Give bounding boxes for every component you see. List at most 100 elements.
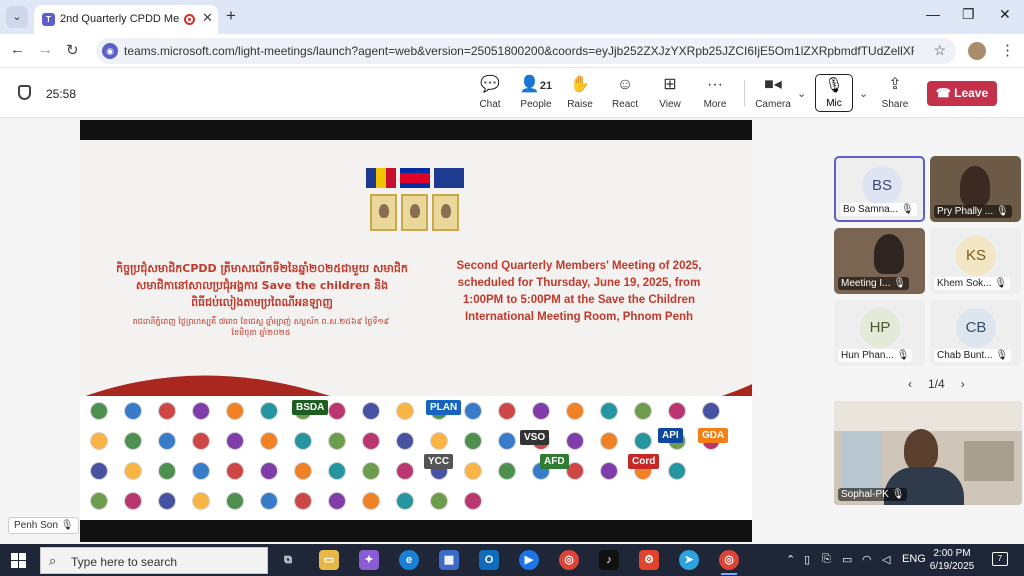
kebab-icon[interactable]: ⋮ <box>1000 41 1015 59</box>
partner-logo-icon <box>260 402 278 420</box>
mic-muted-icon: 🎙 <box>995 350 1009 361</box>
partner-logo-icon <box>362 432 380 450</box>
partner-logo-icon <box>668 462 686 480</box>
flag-icon <box>366 168 396 188</box>
partner-logo-icon <box>124 402 142 420</box>
url-text[interactable]: teams.microsoft.com/light-meetings/launc… <box>124 44 914 58</box>
partner-logo-icon <box>328 432 346 450</box>
participant-pager: ‹ 1/4 › <box>900 377 973 391</box>
speaker-icon[interactable]: ◁ <box>882 553 890 566</box>
copilot-icon[interactable]: ✦ <box>359 550 379 570</box>
camera-button[interactable]: ■◂ Camera <box>751 74 795 110</box>
participant-tile[interactable]: BS Bo Samna... 🎙 <box>834 156 925 222</box>
raise-label: Raise <box>567 99 593 110</box>
arrow-left-icon[interactable]: ← <box>10 41 25 58</box>
plus-icon[interactable]: + <box>226 6 236 26</box>
profile-avatar[interactable] <box>968 42 986 60</box>
participant-name: Bo Samna... 🎙 <box>840 203 917 216</box>
chevron-up-icon[interactable]: ⌃ <box>786 553 795 566</box>
partner-logo-icon <box>158 432 176 450</box>
partner-logo-icon <box>124 492 142 510</box>
partner-logo-icon <box>226 492 244 510</box>
chevron-down-icon[interactable]: ⌄ <box>6 6 28 28</box>
language-indicator[interactable]: ENG <box>902 553 926 565</box>
partner-logo-icon <box>192 432 210 450</box>
more-icon: ··· <box>707 76 723 93</box>
participant-tile[interactable]: Meeting I... 🎙 <box>834 228 925 294</box>
edge-icon[interactable]: e <box>399 550 419 570</box>
share-label: Share <box>881 99 909 110</box>
minimize-button[interactable]: — <box>926 6 940 22</box>
partner-logo-icon <box>498 402 516 420</box>
partner-logo-icon <box>192 402 210 420</box>
site-info-icon[interactable]: ◉ <box>102 43 118 59</box>
participant-tile[interactable]: Pry Phally ... 🎙 <box>930 156 1021 222</box>
participant-tile[interactable]: HP Hun Phan... 🎙 <box>834 300 925 366</box>
chrome-active-icon[interactable]: ◎ <box>719 550 739 570</box>
tiktok-icon[interactable]: ♪ <box>599 550 619 570</box>
mic-button[interactable]: 🎙 Mic <box>815 74 853 112</box>
wifi-icon[interactable]: ◠ <box>862 553 872 566</box>
usb-icon[interactable]: ⎘ <box>822 553 831 566</box>
partner-logo-icon <box>124 432 142 450</box>
view-button[interactable]: ⊞ View <box>648 74 692 110</box>
participant-tile[interactable]: CB Chab Bunt... 🎙 <box>930 300 1021 366</box>
react-label: React <box>611 99 639 110</box>
device-icon[interactable]: ▯ <box>804 553 810 566</box>
outlook-icon[interactable]: O <box>479 550 499 570</box>
partner-logo-icon <box>90 402 108 420</box>
react-button[interactable]: ☺ React <box>603 74 647 110</box>
grid-icon: ⊞ <box>663 76 677 93</box>
partner-logo-icon <box>260 492 278 510</box>
file-explorer-icon[interactable]: ▭ <box>319 550 339 570</box>
restore-button[interactable]: ❐ <box>962 6 975 23</box>
search-placeholder: Type here to search <box>71 555 178 569</box>
people-button[interactable]: 👤21 People <box>514 74 558 110</box>
task-view-icon[interactable]: ⧉ <box>278 550 298 570</box>
shield-icon <box>18 85 31 100</box>
camera-options-chevron-icon[interactable]: ⌄ <box>797 87 806 100</box>
share-button[interactable]: ⇪ Share <box>873 74 917 110</box>
reload-icon[interactable]: ↻ <box>66 41 79 59</box>
notifications-icon[interactable]: 7 <box>992 552 1008 566</box>
store-icon[interactable]: ▦ <box>439 550 459 570</box>
chrome-icon[interactable]: ◎ <box>559 550 579 570</box>
hand-icon: ✋ <box>570 76 590 93</box>
raise-hand-button[interactable]: ✋ Raise <box>558 74 602 110</box>
partner-logo-icon <box>294 432 312 450</box>
chevron-left-icon[interactable]: ‹ <box>908 377 912 391</box>
mic-label: Mic <box>826 98 842 109</box>
browser-tab[interactable]: T 2nd Quarterly CPDD Memb ✕ <box>34 5 218 34</box>
royal-flag-icon <box>434 168 464 188</box>
participant-tile[interactable]: KS Khem Sok... 🎙 <box>930 228 1021 294</box>
people-icon: 👤21 <box>519 76 553 93</box>
partner-logo-icon <box>328 402 346 420</box>
microphone-icon: 🎙 <box>824 77 844 94</box>
url-field[interactable]: ◉ teams.microsoft.com/light-meetings/lau… <box>96 38 956 64</box>
battery-icon[interactable]: ▭ <box>842 553 852 566</box>
close-icon[interactable]: ✕ <box>202 10 213 26</box>
mic-options-chevron-icon[interactable]: ⌄ <box>859 87 868 100</box>
chat-button[interactable]: 💬 Chat <box>468 74 512 110</box>
system-clock[interactable]: 2:00 PM 6/19/2025 <box>928 547 976 573</box>
partner-logo-label: YCC <box>424 454 454 469</box>
taskbar-search-box[interactable]: ⌕ Type here to search <box>40 547 268 574</box>
zoom-icon[interactable]: ▶ <box>519 550 539 570</box>
windows-start-icon[interactable] <box>11 553 26 568</box>
telegram-icon[interactable]: ➤ <box>679 550 699 570</box>
partner-logo-icon <box>566 432 584 450</box>
shared-screen[interactable]: កិច្ចប្រជុំសមាជិកCPDD ត្រីមាសលើកទី២នៃឆ្ន… <box>80 120 752 542</box>
star-icon[interactable]: ☆ <box>933 42 946 59</box>
spotlight-video-tile[interactable]: Sophal-PK 🎙 <box>834 401 1022 505</box>
recording-icon <box>184 14 195 25</box>
chevron-right-icon[interactable]: › <box>961 377 965 391</box>
more-button[interactable]: ··· More <box>693 74 737 110</box>
arrow-right-icon[interactable]: → <box>38 41 53 58</box>
window-close-button[interactable]: ✕ <box>999 6 1011 23</box>
partner-logo-icon <box>532 402 550 420</box>
flags-row <box>366 168 466 190</box>
app-icon[interactable]: ⚙ <box>639 550 659 570</box>
partner-logo-icon <box>226 462 244 480</box>
mic-muted-icon: 🎙 <box>893 278 906 289</box>
leave-button[interactable]: ☎ Leave <box>927 81 997 106</box>
